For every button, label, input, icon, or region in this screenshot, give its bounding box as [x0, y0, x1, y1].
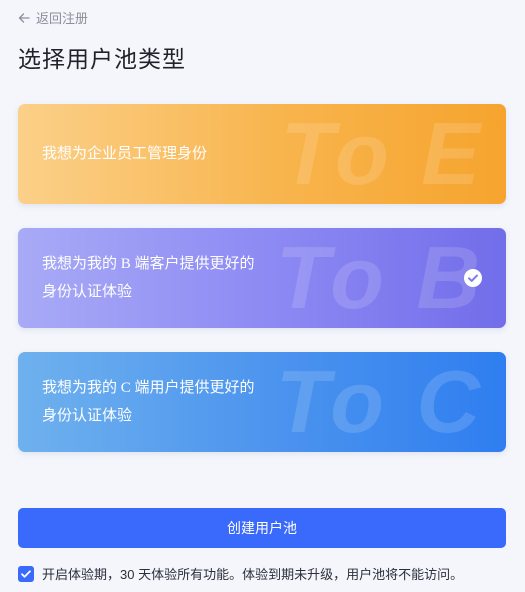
arrow-left-icon	[18, 12, 30, 23]
trial-checkbox-label: 开启体验期，30 天体验所有功能。体验到期未升级，用户池将不能访问。	[42, 567, 464, 582]
check-circle-icon	[464, 269, 482, 287]
card-description-line1: 我想为我的 C 端用户提供更好的	[42, 380, 255, 396]
create-user-pool-button[interactable]: 创建用户池	[18, 508, 506, 548]
card-watermark: To B	[275, 228, 484, 327]
page-title: 选择用户池类型	[18, 46, 186, 72]
card-description-line2: 身份认证体验	[42, 408, 133, 424]
card-description: 我想为我的 C 端用户提供更好的 身份认证体验	[42, 374, 292, 430]
card-description-line1: 我想为企业员工管理身份	[42, 146, 208, 162]
trial-option: 开启体验期，30 天体验所有功能。体验到期未升级，用户池将不能访问。	[18, 564, 463, 583]
card-watermark: To C	[275, 352, 484, 451]
back-link[interactable]: 返回注册	[18, 8, 88, 27]
card-watermark: To E	[280, 104, 484, 203]
user-pool-type-card-to-c[interactable]: To C 我想为我的 C 端用户提供更好的 身份认证体验	[18, 352, 506, 452]
card-description-line2: 身份认证体验	[42, 284, 133, 300]
trial-checkbox[interactable]	[18, 565, 34, 582]
card-description-line1: 我想为我的 B 端客户提供更好的	[42, 256, 255, 272]
back-link-label: 返回注册	[36, 11, 89, 26]
user-pool-type-card-to-e[interactable]: To E 我想为企业员工管理身份	[18, 104, 506, 204]
card-description: 我想为企业员工管理身份	[42, 140, 292, 168]
card-description: 我想为我的 B 端客户提供更好的 身份认证体验	[42, 250, 292, 306]
user-pool-type-card-to-b[interactable]: To B 我想为我的 B 端客户提供更好的 身份认证体验	[18, 228, 506, 328]
checkmark-icon	[21, 569, 31, 578]
